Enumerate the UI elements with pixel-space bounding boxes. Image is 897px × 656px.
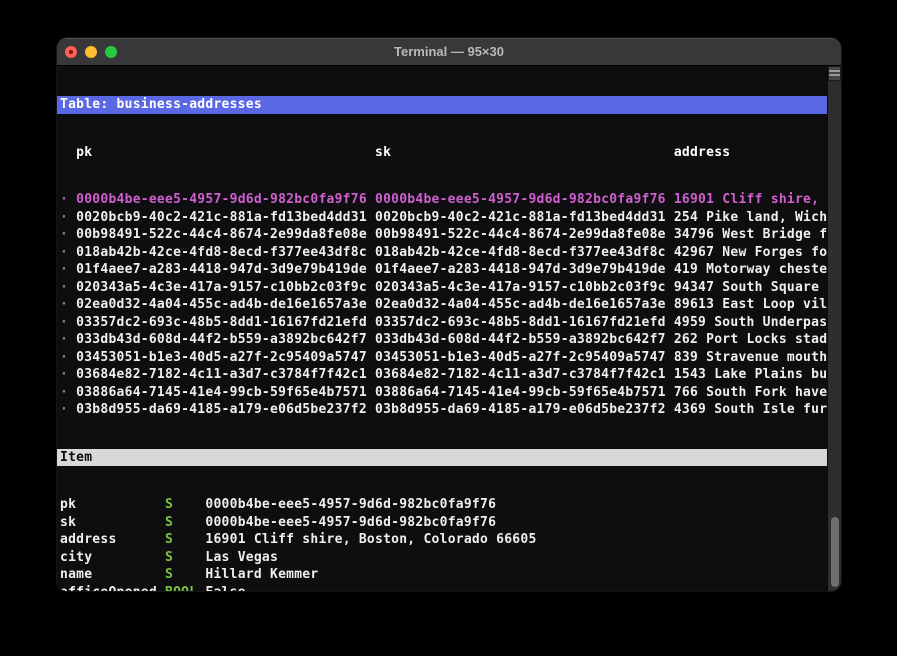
row-text: 01f4aee7-a283-4418-947d-3d9e79b419de 01f… — [76, 262, 827, 277]
table-row[interactable]: · 033db43d-608d-44f2-b559-a3892bc642f7 0… — [57, 331, 827, 349]
item-fields: pk S 0000b4be-eee5-4957-9d6d-982bc0fa9f7… — [57, 496, 827, 591]
row-marker-dot: · — [60, 279, 77, 295]
row-text: 020343a5-4c3e-417a-9157-c10bb2c03f9c 020… — [76, 279, 820, 295]
table-row[interactable]: · 02ea0d32-4a04-455c-ad4b-de16e1657a3e 0… — [57, 296, 827, 314]
field-value: 0000b4be-eee5-4957-9d6d-982bc0fa9f76 — [205, 514, 497, 530]
close-button[interactable] — [65, 45, 77, 58]
row-marker-dot: · — [60, 227, 77, 242]
field-key: officeOpened — [60, 585, 165, 592]
table-row[interactable]: · 0020bcb9-40c2-421c-881a-fd13bed4dd31 0… — [57, 209, 827, 227]
item-section-bar: Item — [57, 448, 827, 466]
field-type: S — [165, 567, 206, 582]
unsaved-dot-icon — [69, 49, 73, 54]
table-row[interactable]: · 03453051-b1e3-40d5-a27f-2c95409a5747 0… — [57, 349, 827, 367]
row-text: 03453051-b1e3-40d5-a27f-2c95409a5747 034… — [76, 349, 827, 365]
row-marker-dot: · — [60, 262, 77, 277]
titlebar[interactable]: Terminal — 95×30 — [57, 38, 841, 66]
scrollbar-thumb[interactable] — [831, 517, 839, 587]
row-text: 0020bcb9-40c2-421c-881a-fd13bed4dd31 002… — [76, 209, 827, 225]
window-controls — [65, 45, 117, 58]
field-type: BOOL — [165, 585, 205, 592]
row-text: 03886a64-7145-41e4-99cb-59f65e4b7571 038… — [76, 384, 827, 400]
terminal-window: Terminal — 95×30 Table: business-address… — [57, 38, 841, 591]
row-marker-dot: · — [60, 384, 77, 400]
row-marker-dot: · — [60, 367, 77, 382]
row-marker-dot: · — [60, 297, 77, 312]
row-text: 0000b4be-eee5-4957-9d6d-982bc0fa9f76 000… — [76, 192, 820, 207]
row-text: 03684e82-7182-4c11-a3d7-c3784f7f42c1 036… — [76, 367, 827, 382]
item-field-row: sk S 0000b4be-eee5-4957-9d6d-982bc0fa9f7… — [57, 514, 827, 532]
field-value: Hillard Kemmer — [205, 567, 319, 582]
field-type: S — [165, 532, 206, 547]
table-row[interactable]: · 018ab42b-42ce-4fd8-8ecd-f377ee43df8c 0… — [57, 244, 827, 262]
table-title-bar: Table: business-addresses — [57, 96, 827, 114]
row-marker-dot: · — [60, 349, 77, 365]
item-field-row: officeOpened BOOL False — [57, 584, 827, 592]
row-text: 03357dc2-693c-48b5-8dd1-16167fd21efd 033… — [76, 314, 827, 330]
table-row[interactable]: · 00b98491-522c-44c4-8674-2e99da8fe08e 0… — [57, 226, 827, 244]
table-row[interactable]: · 0000b4be-eee5-4957-9d6d-982bc0fa9f76 0… — [57, 191, 827, 209]
minimize-button[interactable] — [85, 45, 97, 58]
window-title: Terminal — 95×30 — [394, 44, 504, 59]
row-marker-dot: · — [60, 244, 77, 260]
field-type: S — [165, 549, 206, 565]
field-key: address — [60, 532, 165, 547]
row-marker-dot: · — [60, 332, 77, 347]
table-row[interactable]: · 03684e82-7182-4c11-a3d7-c3784f7f42c1 0… — [57, 366, 827, 384]
table-row[interactable]: · 03b8d955-da69-4185-a179-e06d5be237f2 0… — [57, 401, 827, 419]
item-field-row: address S 16901 Cliff shire, Boston, Col… — [57, 531, 827, 549]
field-key: pk — [60, 497, 165, 512]
field-value: False — [205, 585, 245, 592]
field-key: name — [60, 567, 165, 582]
field-value: Las Vegas — [205, 549, 279, 565]
table-row[interactable]: · 03886a64-7145-41e4-99cb-59f65e4b7571 0… — [57, 384, 827, 402]
field-value: 16901 Cliff shire, Boston, Colorado 6660… — [205, 532, 537, 547]
table-row[interactable]: · 03357dc2-693c-48b5-8dd1-16167fd21efd 0… — [57, 314, 827, 332]
table-rows: · 0000b4be-eee5-4957-9d6d-982bc0fa9f76 0… — [57, 191, 827, 419]
desktop-background: Terminal — 95×30 Table: business-address… — [0, 0, 897, 656]
table-row[interactable]: · 01f4aee7-a283-4418-947d-3d9e79b419de 0… — [57, 261, 827, 279]
row-text: 018ab42b-42ce-4fd8-8ecd-f377ee43df8c 018… — [76, 244, 827, 260]
row-marker-dot: · — [60, 402, 77, 417]
row-marker-dot: · — [60, 192, 77, 207]
row-text: 00b98491-522c-44c4-8674-2e99da8fe08e 00b… — [76, 227, 827, 242]
row-text: 02ea0d32-4a04-455c-ad4b-de16e1657a3e 02e… — [76, 297, 827, 312]
item-field-row: city S Las Vegas — [57, 549, 827, 567]
field-type: S — [165, 497, 206, 512]
field-key: sk — [60, 514, 165, 530]
field-key: city — [60, 549, 165, 565]
terminal-content: Table: business-addresses pk sk address … — [57, 66, 841, 591]
item-field-row: name S Hillard Kemmer — [57, 566, 827, 584]
table-row[interactable]: · 020343a5-4c3e-417a-9157-c10bb2c03f9c 0… — [57, 279, 827, 297]
scrollbar[interactable] — [827, 66, 841, 591]
item-field-row: pk S 0000b4be-eee5-4957-9d6d-982bc0fa9f7… — [57, 496, 827, 514]
terminal-text-area: Table: business-addresses pk sk address … — [57, 66, 827, 591]
row-text: 03b8d955-da69-4185-a179-e06d5be237f2 03b… — [76, 402, 827, 417]
row-marker-dot: · — [60, 209, 77, 225]
row-text: 033db43d-608d-44f2-b559-a3892bc642f7 033… — [76, 332, 827, 347]
field-value: 0000b4be-eee5-4957-9d6d-982bc0fa9f76 — [205, 497, 497, 512]
zoom-button[interactable] — [105, 45, 117, 58]
field-type: S — [165, 514, 206, 530]
row-marker-dot: · — [60, 314, 77, 330]
scrollbar-grip-icon[interactable] — [828, 66, 841, 81]
table-column-headers: pk sk address — [60, 144, 731, 160]
